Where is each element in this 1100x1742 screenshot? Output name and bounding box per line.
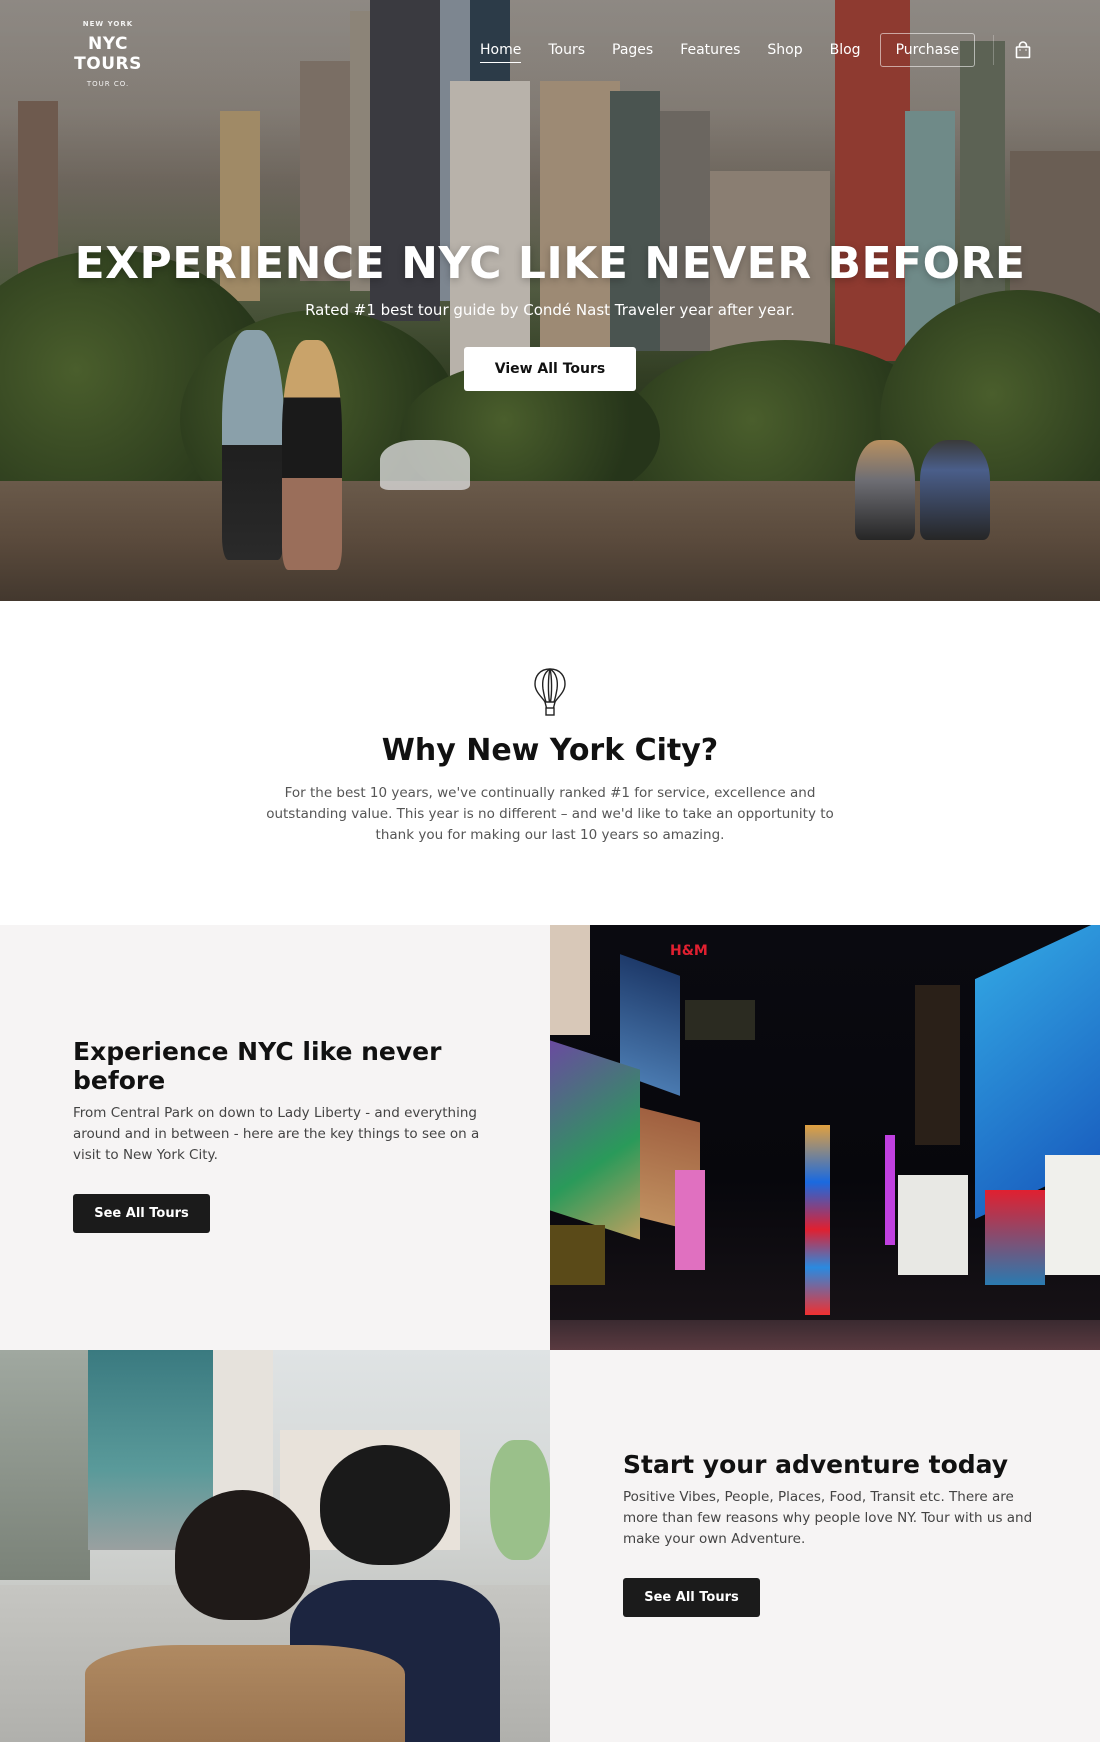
logo-main-text: NYC TOURS: [74, 34, 142, 74]
purchase-button[interactable]: Purchase: [879, 33, 976, 67]
logo-bottom-text: TOUR CO.: [86, 80, 130, 88]
why-nyc-section: Why New York City? For the best 10 years…: [0, 601, 1100, 925]
times-square-night-photo: H&M: [550, 925, 1100, 1350]
why-nyc-title: Why New York City?: [381, 733, 719, 768]
nav-tours[interactable]: Tours: [548, 35, 585, 65]
why-nyc-text: For the best 10 years, we've continually…: [266, 785, 834, 843]
site-logo[interactable]: NEW YORK NYC TOURS TOUR CO.: [52, 20, 164, 88]
nav-pages[interactable]: Pages: [612, 35, 653, 65]
hero-title: EXPERIENCE NYC LIKE NEVER BEFORE: [74, 238, 1026, 289]
feature-title: Experience NYC like never before: [73, 1037, 442, 1095]
nav-divider: [993, 35, 995, 65]
feature-row-1: Experience NYC like never before From Ce…: [0, 925, 1100, 1350]
see-all-tours-button[interactable]: See All Tours: [73, 1194, 210, 1233]
feature-text-panel: Experience NYC like never before From Ce…: [0, 925, 550, 1350]
nav-home[interactable]: Home: [480, 35, 522, 65]
nav-blog[interactable]: Blog: [830, 35, 861, 65]
nav-features[interactable]: Features: [680, 35, 740, 65]
logo-top-text: NEW YORK: [82, 20, 134, 28]
nav-shop[interactable]: Shop: [767, 35, 802, 65]
view-all-tours-button[interactable]: View All Tours: [464, 347, 636, 391]
top-navigation: NEW YORK NYC TOURS TOUR CO. Home Tours P…: [0, 0, 1100, 100]
feature-text-panel: Start your adventure today Positive Vibe…: [550, 1350, 1100, 1742]
feature-row-2: Start your adventure today Positive Vibe…: [0, 1350, 1100, 1742]
hot-air-balloon-icon: [534, 668, 566, 716]
feature-text: Positive Vibes, People, Places, Food, Tr…: [623, 1489, 1033, 1547]
hero-section: NEW YORK NYC TOURS TOUR CO. Home Tours P…: [0, 0, 1100, 601]
shopping-bag-icon[interactable]: [1014, 41, 1032, 59]
see-all-tours-button[interactable]: See All Tours: [623, 1578, 760, 1617]
feature-text: From Central Park on down to Lady Libert…: [73, 1105, 480, 1163]
feature-title: Start your adventure today: [623, 1450, 1009, 1479]
two-men-walking-street-photo: [0, 1350, 550, 1742]
hero-subtitle: Rated #1 best tour guide by Condé Nast T…: [305, 301, 795, 319]
main-menu: Home Tours Pages Features Shop Blog Purc…: [480, 33, 1032, 67]
hero-content: EXPERIENCE NYC LIKE NEVER BEFORE Rated #…: [0, 238, 1100, 391]
